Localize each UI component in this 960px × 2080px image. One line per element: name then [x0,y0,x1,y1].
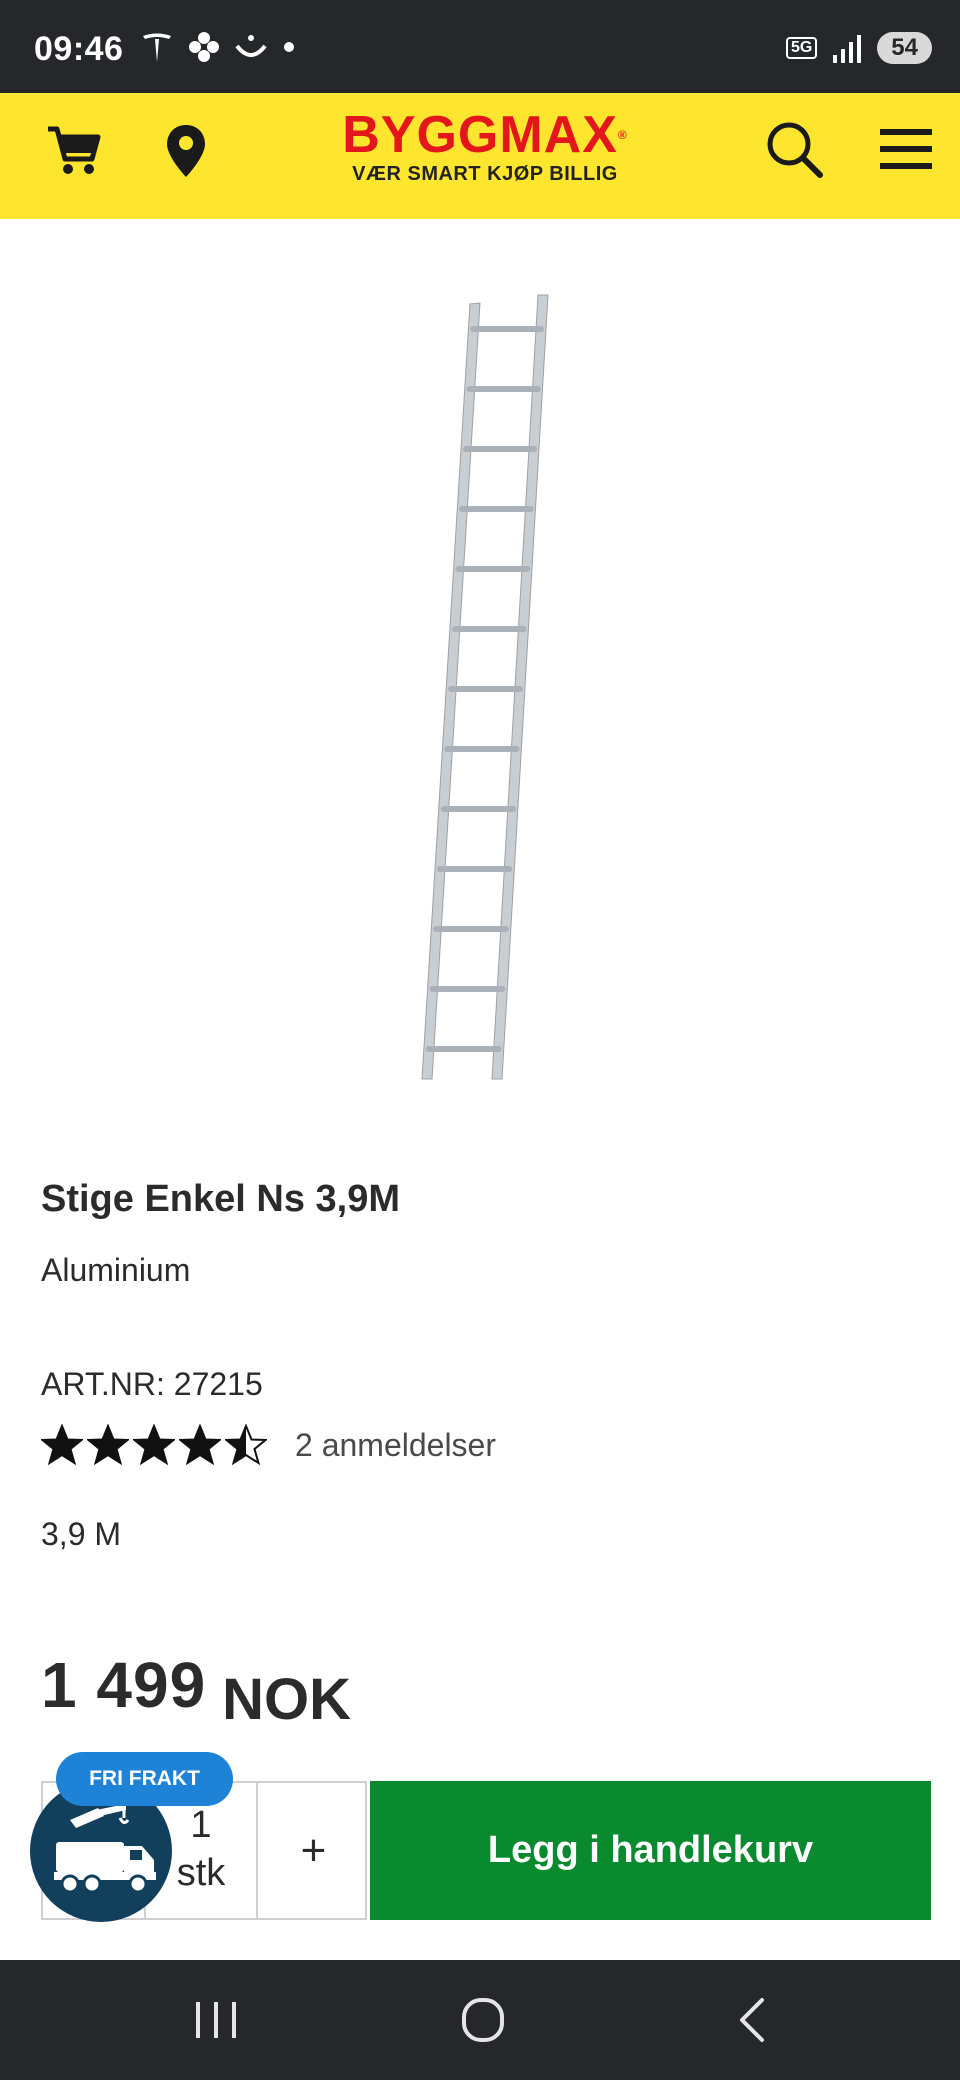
cart-icon[interactable] [46,123,102,179]
product-title: Stige Enkel Ns 3,9M [41,1178,401,1220]
site-header: BYGGMAX® VÆR SMART KJØP BILLIG [0,93,960,219]
star-full-icon [87,1424,129,1466]
star-half-icon [225,1424,267,1466]
dot-icon [284,42,294,52]
product-image[interactable] [0,219,960,1119]
add-to-cart-button[interactable]: Legg i handlekurv [370,1781,931,1920]
back-icon[interactable] [712,1990,792,2050]
system-nav-bar [0,1960,960,2080]
status-time: 09:46 [34,30,124,68]
battery-indicator: 54 [877,32,932,64]
product-rating[interactable]: 2 anmeldelser [41,1424,496,1466]
free-shipping-badge[interactable]: FRI FRAKT [56,1752,233,1806]
price-amount: 1 499 [41,1649,207,1721]
rating-stars [41,1424,267,1466]
product-price: 1 499 NOK [41,1648,351,1732]
menu-icon[interactable] [878,125,934,173]
home-icon[interactable] [443,1990,523,2050]
smile-icon [235,35,267,57]
star-full-icon [133,1424,175,1466]
product-size: 3,9 M [41,1516,122,1552]
brand-tagline: VÆR SMART KJØP BILLIG [352,163,618,185]
brand-name: BYGGMAX [342,106,618,164]
brand-logo[interactable]: BYGGMAX® VÆR SMART KJØP BILLIG [330,105,640,186]
price-currency: NOK [222,1667,352,1732]
status-right: 5G 54 [785,32,932,64]
article-number: ART.NR: 27215 [41,1366,263,1402]
flower-icon [189,32,219,62]
signal-icon [833,35,862,63]
star-full-icon [41,1424,83,1466]
network-badge: 5G [785,37,818,59]
status-bar: 09:46 5G 54 [0,0,960,93]
recent-apps-icon[interactable] [176,1990,256,2050]
ladder-illustration [421,294,549,1080]
tesla-icon [143,33,171,62]
search-icon[interactable] [764,119,824,179]
product-material: Aluminium [41,1252,191,1288]
location-pin-icon[interactable] [164,123,208,179]
quantity-increase-button[interactable]: + [256,1783,369,1918]
star-full-icon [179,1424,221,1466]
status-icons [140,30,296,64]
review-count[interactable]: 2 anmeldelser [295,1427,496,1464]
